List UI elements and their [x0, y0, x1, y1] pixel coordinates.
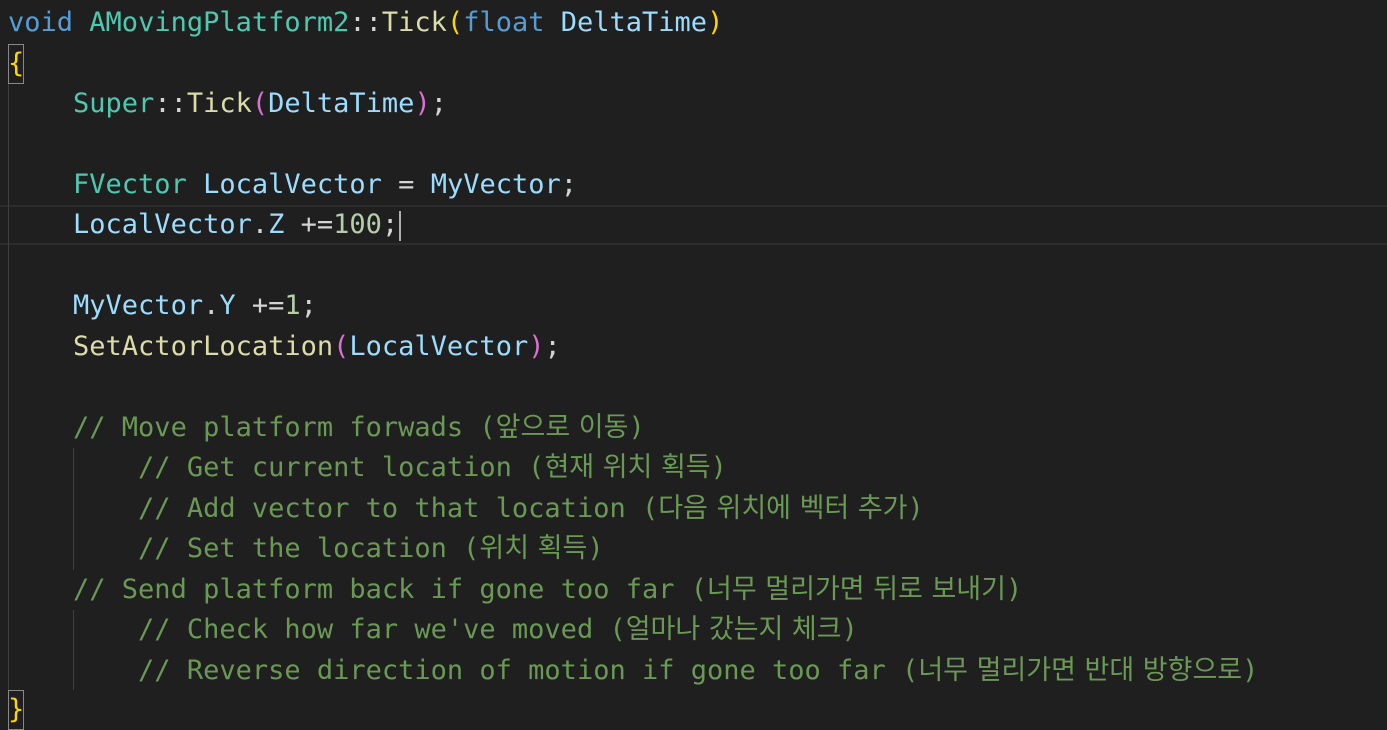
code-line-6[interactable]: LocalVector.Z +=100;: [8, 205, 402, 245]
code-line-9[interactable]: SetActorLocation(LocalVector);: [8, 327, 561, 367]
code-line-5[interactable]: FVector LocalVector = MyVector;: [8, 165, 577, 205]
comment-line-14[interactable]: // Set the location (위치 획득): [8, 529, 604, 569]
comment-close: ): [710, 452, 727, 483]
semicolon: ;: [300, 290, 317, 321]
comment-text: // Add vector to that location (: [138, 493, 659, 524]
comment-close: ): [1242, 655, 1259, 686]
compound-operator: +=: [235, 290, 285, 321]
comment-line-15[interactable]: // Send platform back if gone too far (너…: [8, 570, 1022, 610]
semicolon: ;: [560, 169, 577, 200]
open-brace: {: [8, 44, 25, 84]
code-line-18[interactable]: }: [8, 690, 25, 730]
comment-line-17[interactable]: // Reverse direction of motion if gone t…: [8, 651, 1258, 691]
argument: LocalVector: [349, 331, 529, 362]
variable-name: MyVector: [73, 290, 204, 321]
type-name: FVector: [73, 169, 187, 200]
scope-operator: ::: [349, 7, 382, 38]
parameter-name: DeltaTime: [560, 7, 708, 38]
comment-line-16[interactable]: // Check how far we've moved (얼마나 갔는지 체크…: [8, 610, 858, 650]
comment-text: // Move platform forwads (: [73, 412, 496, 443]
comment-korean: 너무 멀리가면 뒤로 보내기: [707, 574, 1006, 605]
assigned-value: MyVector: [430, 169, 561, 200]
close-brace: }: [8, 690, 25, 730]
code-editor[interactable]: void AMovingPlatform2::Tick(float DeltaT…: [0, 0, 1387, 730]
number-literal: 100: [333, 209, 382, 240]
comment-text: // Check how far we've moved (: [138, 614, 626, 645]
comment-korean: 위치 획득: [479, 533, 588, 564]
comment-close: ): [907, 493, 924, 524]
scope-operator: ::: [154, 88, 187, 119]
comment-close: ): [1006, 574, 1023, 605]
comment-text: // Reverse direction of motion if gone t…: [138, 655, 919, 686]
dot-operator: .: [251, 209, 269, 240]
number-literal: 1: [284, 290, 301, 321]
comment-korean: 현재 위치 획득: [544, 452, 711, 483]
dot-operator: .: [203, 290, 220, 321]
code-line-2[interactable]: {: [8, 44, 25, 84]
text-cursor: [399, 210, 402, 241]
code-line-8[interactable]: MyVector.Y +=1;: [8, 286, 317, 326]
code-line-3[interactable]: Super::Tick(DeltaTime);: [8, 84, 447, 124]
comment-korean: 너무 멀리가면 반대 방향으로: [918, 655, 1243, 686]
keyword-void: void: [8, 7, 74, 38]
comment-korean: 앞으로 이동: [495, 412, 629, 443]
class-name: AMovingPlatform2: [89, 7, 350, 38]
member-name: Z: [268, 209, 285, 240]
assign-operator: =: [381, 169, 431, 200]
comment-line-11[interactable]: // Move platform forwads (앞으로 이동): [8, 408, 645, 448]
comment-text: // Send platform back if gone too far (: [73, 574, 707, 605]
close-paren: ): [707, 7, 724, 38]
comment-text: // Get current location (: [138, 452, 545, 483]
open-paren: (: [333, 331, 350, 362]
comment-text: // Set the location (: [138, 533, 480, 564]
close-paren: ): [528, 331, 545, 362]
comment-korean: 얼마나 갔는지 체크: [625, 614, 842, 645]
semicolon: ;: [430, 88, 447, 119]
comment-korean: 다음 위치에 벡터 추가: [658, 493, 908, 524]
close-paren: ): [414, 88, 431, 119]
variable-name: LocalVector: [73, 209, 252, 240]
variable-name: LocalVector: [203, 169, 382, 200]
open-paren: (: [446, 7, 464, 38]
comment-line-13[interactable]: // Add vector to that location (다음 위치에 벡…: [8, 489, 924, 529]
comment-line-12[interactable]: // Get current location (현재 위치 획득): [8, 448, 727, 488]
comment-close: ): [841, 614, 858, 645]
function-name: SetActorLocation: [73, 331, 334, 362]
compound-operator: +=: [284, 209, 334, 240]
code-line-1[interactable]: void AMovingPlatform2::Tick(float DeltaT…: [8, 3, 723, 43]
open-paren: (: [251, 88, 269, 119]
semicolon: ;: [544, 331, 561, 362]
keyword-float: float: [463, 7, 545, 38]
function-name: Tick: [381, 7, 447, 38]
comment-close: ): [628, 412, 645, 443]
argument: DeltaTime: [268, 88, 415, 119]
super-name: Super: [73, 88, 155, 119]
semicolon: ;: [381, 209, 399, 240]
member-name: Y: [219, 290, 236, 321]
function-name: Tick: [186, 88, 252, 119]
comment-close: ): [587, 533, 604, 564]
